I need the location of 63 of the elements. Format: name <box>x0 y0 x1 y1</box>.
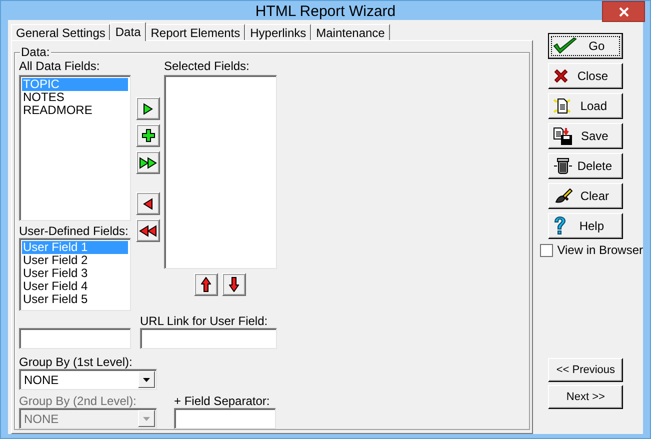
remove-all-button[interactable] <box>136 219 160 242</box>
action-button[interactable]: Help <box>548 213 624 239</box>
left-arrow-icon <box>143 198 153 210</box>
dropdown-arrow-icon <box>143 378 150 382</box>
nav-button[interactable]: Next >> <box>548 385 624 409</box>
action-button[interactable]: Clear <box>548 183 624 209</box>
tab[interactable]: Maintenance <box>311 24 390 40</box>
checkbox-label: View in Browser <box>557 243 643 257</box>
action-button[interactable]: Delete <box>548 153 624 179</box>
selected-fields-list[interactable] <box>164 75 277 269</box>
field-label: Group By (2nd Level): <box>19 394 138 408</box>
close-icon <box>618 6 628 16</box>
field-label: URL Link for User Field: <box>140 314 269 328</box>
list-item[interactable]: User Field 3 <box>22 267 128 280</box>
dropdown-arrow-icon <box>143 416 150 420</box>
field-label: + Field Separator: <box>174 394 271 408</box>
move-down-button[interactable] <box>222 273 246 296</box>
right-arrow-icon <box>143 102 153 114</box>
field-separator-input[interactable] <box>174 408 276 429</box>
action-button[interactable]: Save <box>548 123 624 149</box>
list-item[interactable]: User Field 2 <box>22 254 128 267</box>
group-by-dropdown[interactable]: NONE <box>19 369 157 390</box>
user-field-input[interactable] <box>19 328 131 349</box>
action-button[interactable]: Close <box>548 63 624 89</box>
up-arrow-icon <box>201 277 211 292</box>
remove-button[interactable] <box>136 192 160 215</box>
nav-button[interactable]: << Previous <box>548 358 624 382</box>
action-button[interactable]: Go <box>548 33 624 59</box>
list-item[interactable]: READMORE <box>22 104 128 117</box>
trash-can-icon <box>553 157 574 175</box>
double-right-arrow-icon <box>139 156 157 168</box>
all-data-fields-list[interactable]: TOPIC NOTES READMORE <box>19 75 131 221</box>
down-arrow-icon <box>229 277 239 292</box>
tab[interactable]: Report Elements <box>146 24 246 40</box>
url-link-input[interactable] <box>140 328 277 349</box>
list-item[interactable]: User Field 4 <box>22 280 128 293</box>
field-label: Selected Fields: <box>164 59 250 73</box>
list-item[interactable]: NOTES <box>22 91 128 104</box>
plus-icon <box>142 129 154 142</box>
field-label: All Data Fields: <box>19 59 101 73</box>
check-icon <box>553 37 578 55</box>
tab[interactable]: Hyperlinks <box>245 24 312 40</box>
insert-button[interactable] <box>136 124 160 147</box>
checkbox[interactable] <box>540 244 554 256</box>
group-label: Data: <box>20 45 51 59</box>
window-title: HTML Report Wizard <box>254 2 397 20</box>
document-icon <box>553 97 572 115</box>
window-close-button[interactable] <box>602 1 645 22</box>
add-button[interactable] <box>136 97 160 120</box>
help-icon <box>553 216 568 236</box>
move-up-button[interactable] <box>194 273 218 296</box>
field-label: Group By (1st Level): <box>19 355 134 369</box>
add-all-button[interactable] <box>136 151 160 174</box>
action-button[interactable]: Load <box>548 93 624 119</box>
brush-icon <box>553 187 574 205</box>
double-left-arrow-icon <box>139 224 157 236</box>
list-item[interactable]: User Field 5 <box>22 293 128 306</box>
close-icon <box>553 68 570 84</box>
tab[interactable]: General Settings <box>11 24 110 40</box>
field-label: User-Defined Fields: <box>19 224 130 238</box>
save-disk-icon <box>553 127 574 145</box>
tab[interactable]: Data <box>110 22 146 41</box>
user-defined-fields-list[interactable]: User Field 1 User Field 2 User Field 3 User Field 4 User Field 5 <box>19 238 131 311</box>
